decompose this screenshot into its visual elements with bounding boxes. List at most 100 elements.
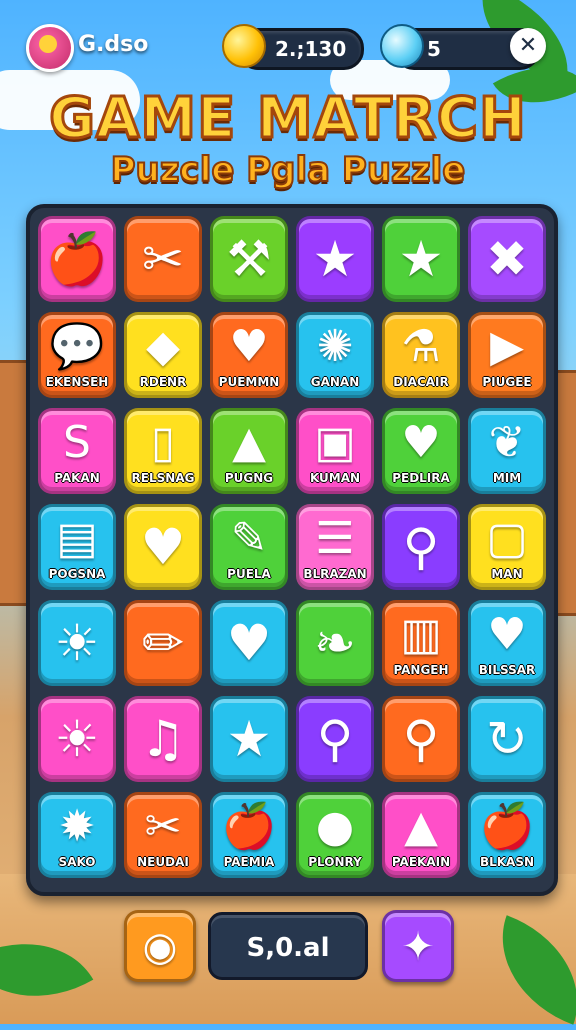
sun-icon: ☀ bbox=[54, 614, 100, 672]
sun-icon: ✺ bbox=[316, 321, 354, 372]
tile[interactable]: ✖ bbox=[468, 216, 546, 302]
tile[interactable]: ▯ RELSNAG bbox=[124, 408, 202, 494]
tile[interactable]: ▲ PAEKAIN bbox=[382, 792, 460, 878]
tile[interactable]: ☀ bbox=[38, 600, 116, 686]
game-board: 🍎 ✂ ⚒ ★ ★ ✖ 💬 EKENSEH ◆ RDENR ♥ PUEMMN ✺ GANAN ⚗ DIACAI… bbox=[26, 204, 558, 896]
tile[interactable]: ♥ PEDLIRA bbox=[382, 408, 460, 494]
pencil-icon: ✏ bbox=[142, 614, 184, 672]
star-icon: ★ bbox=[398, 230, 444, 288]
tile[interactable]: ♥ bbox=[210, 600, 288, 686]
tile[interactable]: ⚲ bbox=[296, 696, 374, 782]
tile[interactable]: 💬 EKENSEH bbox=[38, 312, 116, 398]
tile[interactable]: ✂ bbox=[124, 216, 202, 302]
tile[interactable]: ⚲ bbox=[382, 696, 460, 782]
tile[interactable]: ✹ SAKO bbox=[38, 792, 116, 878]
tile-label: PUEMMN bbox=[218, 375, 280, 389]
arrow-icon: ▶ bbox=[490, 321, 524, 372]
tile[interactable]: ⚲ bbox=[382, 504, 460, 590]
tile-label: MAN bbox=[491, 567, 523, 581]
tile[interactable]: ★ bbox=[210, 696, 288, 782]
score-text: S,0.al bbox=[246, 933, 330, 963]
tile-label: BLRAZAN bbox=[303, 567, 367, 581]
tile-label: PUELA bbox=[227, 567, 271, 581]
apple-icon: 🍎 bbox=[479, 801, 535, 852]
tile[interactable]: ▣ KUMAN bbox=[296, 408, 374, 494]
tile-label: PANGEH bbox=[393, 663, 449, 677]
tile[interactable]: ⚒ bbox=[210, 216, 288, 302]
tile[interactable]: ♥ bbox=[124, 504, 202, 590]
crossed-tools-icon: ✂ bbox=[144, 801, 182, 852]
tile[interactable]: ▲ PUGNG bbox=[210, 408, 288, 494]
magnifier-icon: ⚲ bbox=[402, 710, 440, 768]
gem-count: 5 bbox=[427, 37, 441, 61]
pencil-icon: ✎ bbox=[230, 513, 268, 564]
tile[interactable]: ☀ bbox=[38, 696, 116, 782]
tile-label: POGSNA bbox=[48, 567, 106, 581]
tile[interactable]: ▢ MAN bbox=[468, 504, 546, 590]
pomegranate-icon: 🍎 bbox=[45, 230, 109, 288]
tile-label: PIUGEE bbox=[482, 375, 532, 389]
cookie-button[interactable]: ✦ bbox=[382, 910, 454, 982]
star-icon: ★ bbox=[226, 710, 272, 768]
tile[interactable]: ♥ BILSSAR bbox=[468, 600, 546, 686]
dumbbell-icon: ⚲ bbox=[316, 710, 354, 768]
tile[interactable]: ♥ PUEMMN bbox=[210, 312, 288, 398]
tile[interactable]: ☰ BLRAZAN bbox=[296, 504, 374, 590]
coin-icon bbox=[222, 24, 266, 68]
tile-label: PLONRY bbox=[308, 855, 362, 869]
tile[interactable]: ✏ bbox=[124, 600, 202, 686]
tile-label: PUGNG bbox=[224, 471, 274, 485]
tile[interactable]: ✎ PUELA bbox=[210, 504, 288, 590]
dumbbell-icon: ⚲ bbox=[402, 518, 440, 576]
cookie-icon: ✦ bbox=[401, 924, 435, 970]
tile-label: PAEMIA bbox=[223, 855, 275, 869]
eye-button[interactable]: ◉ bbox=[124, 910, 196, 982]
worm-icon: S bbox=[63, 417, 91, 468]
tile[interactable]: S PAKAN bbox=[38, 408, 116, 494]
tile[interactable]: ★ bbox=[296, 216, 374, 302]
tile[interactable]: ✂ NEUDAI bbox=[124, 792, 202, 878]
tile-label: PEDLIRA bbox=[392, 471, 450, 485]
tile[interactable]: ▥ PANGEH bbox=[382, 600, 460, 686]
tile[interactable]: ✺ GANAN bbox=[296, 312, 374, 398]
tile[interactable]: ★ bbox=[382, 216, 460, 302]
heart-icon: ♥ bbox=[487, 609, 527, 660]
pyramid-icon: ▲ bbox=[404, 801, 438, 852]
game-title: GAME MATRCH bbox=[48, 85, 528, 153]
briefcase-icon: ▣ bbox=[314, 417, 356, 468]
tile[interactable]: ◆ RDENR bbox=[124, 312, 202, 398]
leaf-icon: ❧ bbox=[314, 614, 356, 672]
tile-label: BLKASN bbox=[479, 855, 535, 869]
tile[interactable]: ♫ bbox=[124, 696, 202, 782]
tile[interactable]: 🍎 BLKASN bbox=[468, 792, 546, 878]
tile-label: PAKAN bbox=[54, 471, 100, 485]
checklist-icon: ☰ bbox=[315, 513, 355, 564]
speech-bubble-icon: 💬 bbox=[49, 321, 105, 372]
avatar[interactable] bbox=[26, 24, 74, 72]
tile[interactable]: 🍎 PAEMIA bbox=[210, 792, 288, 878]
sun-icon: ☀ bbox=[54, 710, 100, 768]
tile[interactable]: 🍎 bbox=[38, 216, 116, 302]
tile[interactable]: ⚗ DIACAIR bbox=[382, 312, 460, 398]
heart-icon: ♥ bbox=[401, 417, 441, 468]
tile[interactable]: ▤ POGSNA bbox=[38, 504, 116, 590]
fence-icon: ▥ bbox=[400, 609, 442, 660]
close-button[interactable]: ✕ bbox=[510, 28, 546, 64]
tile-label: KUMAN bbox=[309, 471, 361, 485]
tile-label: PAEKAIN bbox=[391, 855, 451, 869]
score-box: S,0.al bbox=[208, 912, 368, 980]
refresh-icon: ↻ bbox=[486, 710, 528, 768]
tile-label: GANAN bbox=[310, 375, 360, 389]
top-hud: G.dso 2.;130 5 ✕ bbox=[0, 20, 576, 74]
heart-icon: ♥ bbox=[229, 321, 269, 372]
tile[interactable]: ▶ PIUGEE bbox=[468, 312, 546, 398]
tile-label: RDENR bbox=[139, 375, 187, 389]
bean-icon: ● bbox=[315, 801, 355, 852]
heart-icon: ♥ bbox=[226, 614, 272, 672]
tile[interactable]: ❦ MIM bbox=[468, 408, 546, 494]
crossed-tools-icon: ✂ bbox=[142, 230, 184, 288]
tile[interactable]: ● PLONRY bbox=[296, 792, 374, 878]
tile-label: EKENSEH bbox=[45, 375, 109, 389]
tile[interactable]: ❧ bbox=[296, 600, 374, 686]
tile[interactable]: ↻ bbox=[468, 696, 546, 782]
